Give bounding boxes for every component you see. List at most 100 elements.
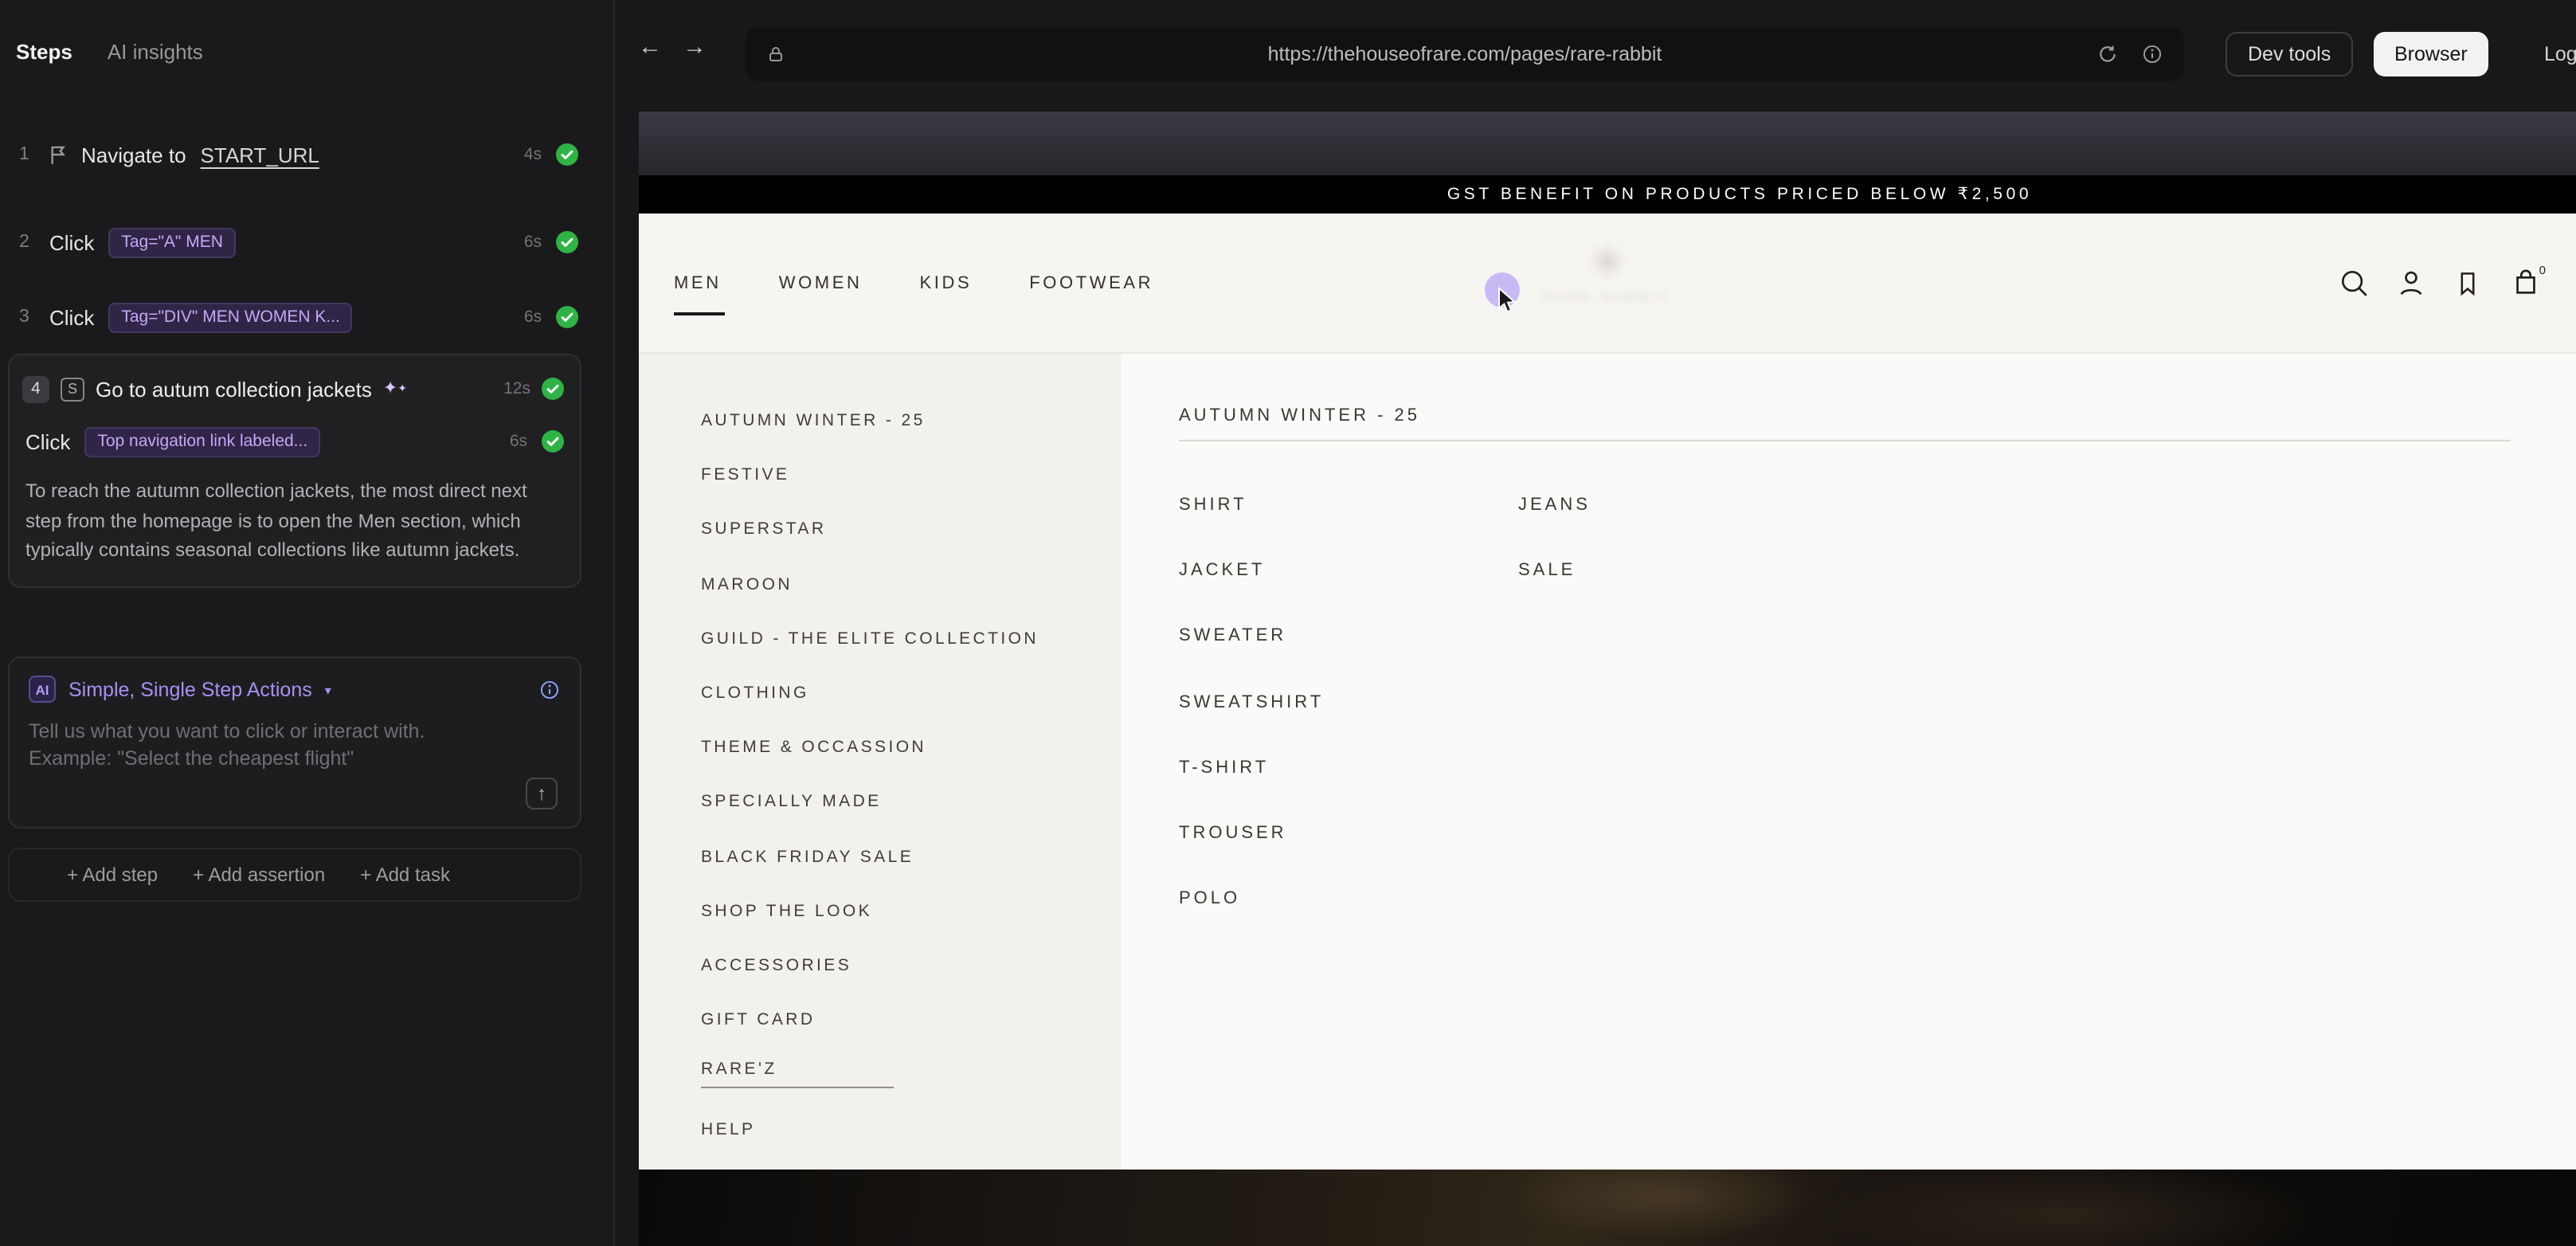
substep-duration: 6s: [510, 432, 527, 451]
step-duration: 4s: [524, 145, 542, 164]
nav-item-men[interactable]: MEN: [674, 273, 722, 292]
script-type-icon: S: [61, 377, 84, 401]
reload-icon[interactable]: [2096, 43, 2119, 65]
task-substep[interactable]: Click Top navigation link labeled... 6s: [22, 425, 564, 457]
submenu-item-tshirt[interactable]: T-SHIRT: [1179, 735, 1518, 801]
tab-ai-insights[interactable]: AI insights: [108, 40, 203, 64]
agent-cursor: [1485, 272, 1520, 308]
flag-icon: [49, 144, 67, 165]
ai-badge-icon: AI: [29, 676, 56, 703]
submenu-column-1: SHIRT JACKET SWEATER SWEATSHIRT T-SHIRT …: [1179, 472, 1518, 932]
menu-item-clothing[interactable]: CLOTHING: [701, 666, 1122, 720]
menu-item-festive[interactable]: FESTIVE: [701, 448, 1122, 502]
submenu-item-jeans[interactable]: JEANS: [1518, 472, 1591, 538]
browser-panel: ← → https://thehouseofrare.com/pages/rar…: [615, 0, 2576, 1246]
mega-menu: AUTUMN WINTER - 25 FESTIVE SUPERSTAR MAR…: [639, 354, 2576, 1170]
success-check-icon: [556, 306, 578, 328]
success-check-icon: [556, 143, 578, 166]
submenu-column-2: JEANS SALE: [1518, 472, 1591, 932]
menu-item-specially-made[interactable]: SPECIALLY MADE: [701, 775, 1122, 829]
step-row-click-men[interactable]: 2 Click Tag="A" MEN 6s: [19, 225, 578, 260]
main-nav: MEN WOMEN KIDS FOOTWEAR: [674, 214, 1153, 352]
url-bar[interactable]: https://thehouseofrare.com/pages/rare-ra…: [746, 27, 2184, 81]
selector-badge[interactable]: Top navigation link labeled...: [84, 426, 320, 456]
mega-menu-categories: AUTUMN WINTER - 25 FESTIVE SUPERSTAR MAR…: [639, 354, 1122, 1170]
menu-item-rarez-label: RARE'Z: [701, 1060, 894, 1089]
step-duration: 6s: [524, 233, 542, 252]
nav-item-footwear[interactable]: FOOTWEAR: [1029, 273, 1153, 292]
info-icon[interactable]: [538, 678, 561, 700]
add-assertion-button[interactable]: + Add assertion: [193, 864, 325, 886]
submenu-item-sweater[interactable]: SWEATER: [1179, 603, 1518, 669]
selector-badge[interactable]: Tag="A" MEN: [108, 227, 236, 257]
menu-item-maroon[interactable]: MAROON: [701, 557, 1122, 611]
step-number: 2: [19, 233, 35, 252]
brand-logo[interactable]: ✳ RARE RABBIT: [1544, 241, 1670, 304]
step-action: Navigate to: [81, 143, 186, 167]
steps-sidebar: Steps AI insights 1 Navigate to START_UR…: [0, 0, 615, 1246]
submenu-item-shirt[interactable]: SHIRT: [1179, 472, 1518, 538]
step-number: 1: [19, 145, 35, 164]
menu-item-shop-the-look[interactable]: SHOP THE LOOK: [701, 884, 1122, 938]
selector-badge[interactable]: Tag="DIV" MEN WOMEN K...: [108, 302, 353, 332]
step-action: Click: [49, 230, 94, 254]
tab-steps[interactable]: Steps: [16, 40, 72, 64]
logo-text: RARE RABBIT: [1544, 293, 1670, 304]
browser-tab-button[interactable]: Browser: [2374, 32, 2488, 76]
page-info-icon[interactable]: [2141, 43, 2163, 65]
task-reasoning-text: To reach the autumn collection jackets, …: [22, 476, 564, 565]
task-number: 4: [22, 375, 49, 402]
log-tab-button[interactable]: Log: [2523, 32, 2576, 76]
hero-photo-strip: [639, 1170, 2576, 1246]
step-row-click-div[interactable]: 3 Click Tag="DIV" MEN WOMEN K... 6s: [19, 300, 578, 335]
submenu-item-sale[interactable]: SALE: [1518, 538, 1591, 604]
promo-banner: GST BENEFIT ON PRODUCTS PRICED BELOW ₹2,…: [639, 175, 2576, 214]
step-number: 3: [19, 308, 35, 327]
url-text[interactable]: https://thehouseofrare.com/pages/rare-ra…: [746, 43, 2184, 65]
submenu-item-trouser[interactable]: TROUSER: [1179, 801, 1518, 867]
back-button[interactable]: ←: [631, 33, 669, 61]
menu-item-rarez[interactable]: RARE'Z: [701, 1048, 1122, 1102]
ai-action-panel: AI Simple, Single Step Actions ▾ ↑: [8, 656, 581, 829]
dev-tools-button[interactable]: Dev tools: [2226, 32, 2353, 76]
menu-item-guild[interactable]: GUILD - THE ELITE COLLECTION: [701, 612, 1122, 666]
submenu-item-sweatshirt[interactable]: SWEATSHIRT: [1179, 669, 1518, 735]
sidebar-tabs: Steps AI insights: [16, 40, 203, 64]
sparkle-icon: ✦✦: [383, 380, 407, 398]
search-icon[interactable]: [2337, 267, 2369, 299]
lock-icon: [766, 45, 785, 64]
step-action: Click: [49, 305, 94, 329]
chevron-down-icon[interactable]: ▾: [325, 684, 331, 698]
nav-item-women[interactable]: WOMEN: [779, 273, 863, 292]
nav-item-kids[interactable]: KIDS: [920, 273, 973, 292]
wishlist-bookmark-icon[interactable]: [2452, 267, 2484, 299]
submenu-item-jacket[interactable]: JACKET: [1179, 538, 1518, 604]
submenu-title: AUTUMN WINTER - 25: [1179, 405, 2576, 427]
step-row-navigate[interactable]: 1 Navigate to START_URL 4s: [19, 137, 578, 172]
webpage-viewport: GST BENEFIT ON PRODUCTS PRICED BELOW ₹2,…: [639, 112, 2576, 1246]
submenu-divider: [1179, 440, 2511, 441]
menu-item-accessories[interactable]: ACCESSORIES: [701, 938, 1122, 993]
sidebar-footer-actions: + Add step + Add assertion + Add task: [8, 848, 581, 902]
page-hero-dark-band: [639, 112, 2576, 175]
account-icon[interactable]: [2394, 267, 2426, 299]
add-step-button[interactable]: + Add step: [67, 864, 158, 886]
menu-item-black-friday-sale[interactable]: BLACK FRIDAY SALE: [701, 829, 1122, 884]
cart-icon[interactable]: 0: [2509, 267, 2541, 299]
submenu-item-polo[interactable]: POLO: [1179, 867, 1518, 933]
ai-instruction-input[interactable]: [29, 719, 513, 795]
submit-instruction-button[interactable]: ↑: [526, 778, 558, 809]
menu-item-autumn-winter[interactable]: AUTUMN WINTER - 25: [701, 394, 1122, 448]
ai-mode-dropdown[interactable]: Simple, Single Step Actions: [69, 678, 312, 700]
task-card[interactable]: 4 S Go to autum collection jackets ✦✦ 12…: [8, 354, 581, 587]
task-duration: 12s: [503, 379, 530, 398]
task-header: 4 S Go to autum collection jackets ✦✦ 12…: [22, 373, 564, 405]
forward-button[interactable]: →: [675, 33, 714, 61]
menu-item-theme-occassion[interactable]: THEME & OCCASSION: [701, 720, 1122, 774]
menu-item-superstar[interactable]: SUPERSTAR: [701, 503, 1122, 557]
mouse-pointer-icon: [1497, 287, 1518, 314]
step-target-link[interactable]: START_URL: [201, 143, 319, 167]
add-task-button[interactable]: + Add task: [360, 864, 450, 886]
menu-item-gift-card[interactable]: GIFT CARD: [701, 993, 1122, 1047]
menu-item-help[interactable]: HELP: [701, 1102, 1122, 1156]
